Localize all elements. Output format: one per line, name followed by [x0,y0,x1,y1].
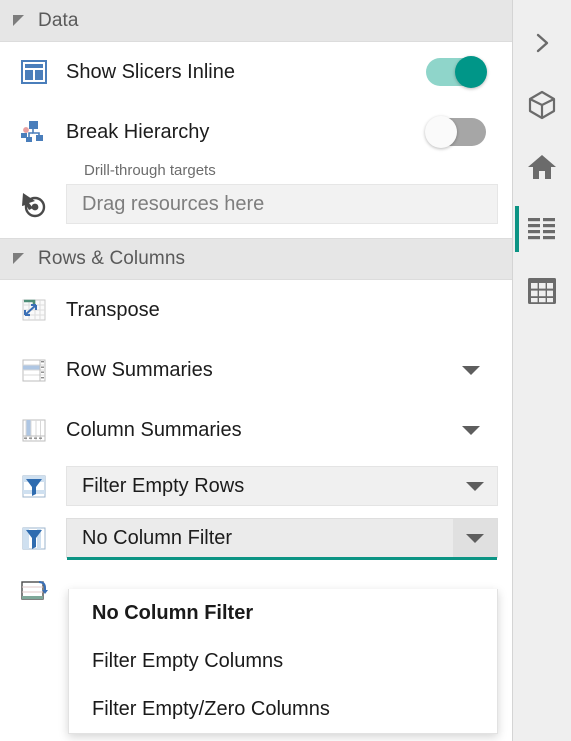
row-row-filter: Filter Empty Rows [0,460,512,512]
menu-item-filter-empty-columns[interactable]: Filter Empty Columns [69,637,497,685]
column-summaries-icon [18,414,50,446]
row-label-show-slicers-inline: Show Slicers Inline [66,60,235,83]
section-header-rows-columns[interactable]: Rows & Columns [0,238,512,280]
rail-item-model[interactable] [513,74,571,136]
row-transpose[interactable]: Transpose [0,280,512,340]
row-break-hierarchy[interactable]: Break Hierarchy [0,102,512,162]
drill-through-icon [18,188,50,220]
chevron-down-icon [466,533,484,543]
toggle-knob [425,116,457,148]
drill-through-group: Drill-through targets Drag resources her… [0,162,512,238]
menu-item-label: No Column Filter [92,601,254,624]
grid-table-icon [527,277,557,305]
transpose-icon [18,294,50,326]
row-column-summaries[interactable]: Column Summaries [0,400,512,460]
chevron-down-icon [466,481,484,491]
combo-value-column-filter: No Column Filter [82,526,233,549]
chevron-right-icon [529,30,555,56]
chevron-down-icon[interactable] [462,425,480,435]
triangle-expanded-icon [13,253,25,265]
home-icon [526,151,558,183]
rail-item-home[interactable] [513,136,571,198]
row-column-filter: No Column Filter [0,512,512,564]
combo-row-filter[interactable]: Filter Empty Rows [66,466,498,506]
hierarchy-icon [18,116,50,148]
filter-columns-icon [18,522,50,554]
section-header-data[interactable]: Data [0,0,512,42]
combo-arrow-row-filter[interactable] [453,467,497,505]
slicers-inline-icon [18,56,50,88]
cube-icon [526,89,558,121]
menu-item-label: Filter Empty/Zero Columns [92,697,330,720]
row-show-slicers-inline[interactable]: Show Slicers Inline [0,42,512,102]
app-root: Data Show Slicers Inline Break Hierarchy… [0,0,571,741]
drill-through-caption: Drill-through targets [84,162,216,179]
triangle-expanded-icon [13,14,25,27]
row-summaries-icon [18,354,50,386]
column-filter-dropdown-menu: No Column Filter Filter Empty Columns Fi… [68,589,498,734]
toggle-break-hierarchy[interactable] [425,116,486,148]
menu-item-no-column-filter[interactable]: No Column Filter [69,589,497,637]
row-label-row-summaries: Row Summaries [66,358,213,381]
toggle-knob [455,56,487,88]
menu-item-filter-empty-zero-columns[interactable]: Filter Empty/Zero Columns [69,685,497,733]
right-rail [513,0,571,741]
toggle-show-slicers-inline[interactable] [426,56,487,88]
row-label-break-hierarchy: Break Hierarchy [66,120,210,143]
rail-item-table[interactable] [513,260,571,322]
settings-panel: Data Show Slicers Inline Break Hierarchy… [0,0,513,741]
filter-rows-icon [18,470,50,502]
combo-arrow-column-filter[interactable] [453,519,497,557]
sheet-swap-icon [18,574,50,606]
rows-columns-section-body: Transpose Row Summaries Column Summaries… [0,280,512,616]
drill-through-row: Drag resources here [18,184,498,224]
row-label-transpose: Transpose [66,298,160,321]
drill-through-placeholder: Drag resources here [82,192,265,215]
row-row-summaries[interactable]: Row Summaries [0,340,512,400]
rail-item-expand[interactable] [513,12,571,74]
combo-column-filter[interactable]: No Column Filter [66,518,498,560]
data-section-body: Show Slicers Inline Break Hierarchy Dril… [0,42,512,238]
section-title-data: Data [38,9,79,31]
menu-item-label: Filter Empty Columns [92,649,284,672]
chevron-down-icon[interactable] [462,365,480,375]
section-title-rows-columns: Rows & Columns [38,248,186,269]
combo-value-row-filter: Filter Empty Rows [82,474,245,497]
list-align-icon [527,216,557,242]
rail-item-layout[interactable] [513,198,571,260]
drill-through-dropzone[interactable]: Drag resources here [66,184,498,224]
row-label-column-summaries: Column Summaries [66,418,242,441]
